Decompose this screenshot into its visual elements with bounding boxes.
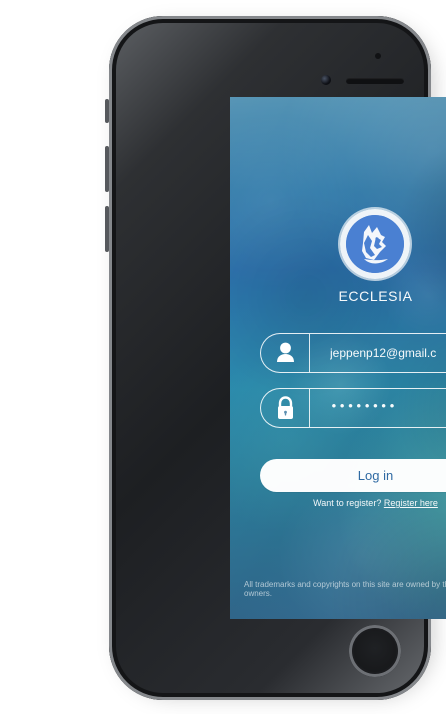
wolf-logo-icon (346, 215, 404, 273)
email-value[interactable]: jeppenp12@gmail.c (330, 334, 446, 372)
phone-frame: ECCLESIA jeppenp12@gmail.c •••••••• Log … (109, 16, 446, 700)
speaker-grille (346, 78, 404, 84)
email-icon-box (261, 334, 310, 372)
register-prompt: Want to register? (313, 498, 382, 508)
app-screen: ECCLESIA jeppenp12@gmail.c •••••••• Log … (230, 97, 446, 619)
password-icon-box (261, 389, 310, 427)
register-link[interactable]: Register here (384, 498, 438, 508)
lock-icon (278, 396, 293, 419)
register-prompt-line: Want to register? Register here (260, 498, 446, 508)
app-name: ECCLESIA (338, 288, 413, 304)
copyright-notice: All trademarks and copyrights on this si… (244, 580, 446, 598)
email-field[interactable]: jeppenp12@gmail.c (260, 333, 446, 373)
user-icon (277, 342, 294, 362)
app-logo (340, 209, 410, 279)
password-field[interactable]: •••••••• (260, 388, 446, 428)
login-button[interactable]: Log in (260, 459, 446, 492)
front-camera (321, 75, 331, 85)
front-sensor (375, 53, 381, 59)
password-value[interactable]: •••••••• (330, 389, 446, 427)
phone-mockup-stage: ECCLESIA jeppenp12@gmail.c •••••••• Log … (0, 0, 446, 714)
home-button[interactable] (349, 625, 401, 677)
